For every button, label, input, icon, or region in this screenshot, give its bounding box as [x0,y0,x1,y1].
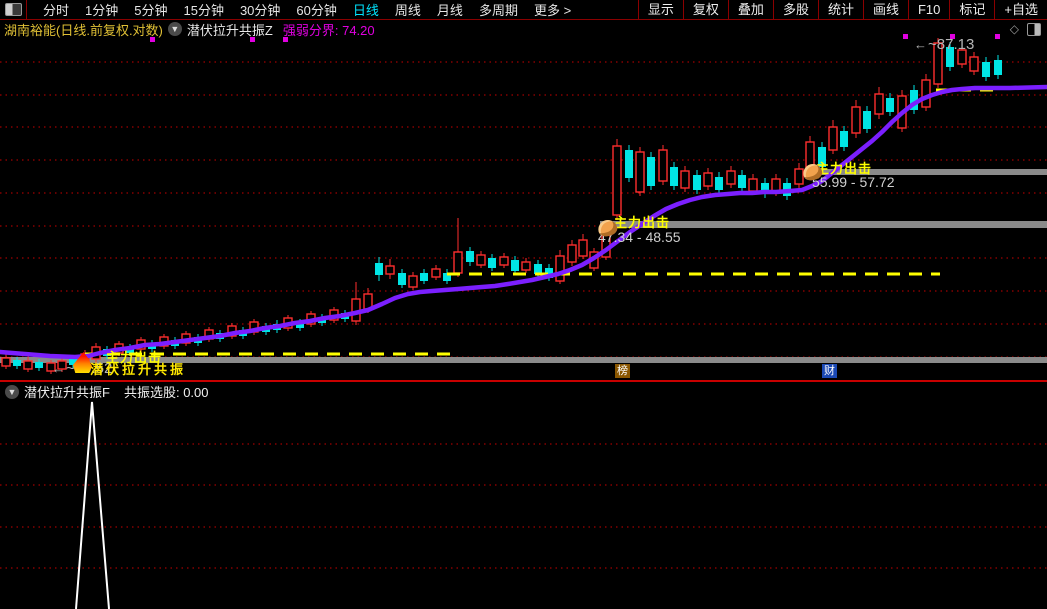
candle-up [521,261,531,271]
period-tab-9[interactable]: 月线 [429,0,471,19]
threshold-readout: 强弱分界: 74.20 [283,20,375,39]
toolbar-button-1[interactable]: 显示 [637,0,683,19]
period-tab-11[interactable]: 更多 > [526,0,579,19]
candle-down [946,47,954,67]
candle-up [805,141,815,173]
candle-down [886,98,894,112]
candle-up [874,93,884,115]
candle-down [715,177,723,190]
subpane-signal-label: 共振选股: [123,385,180,400]
candle-down [35,362,43,368]
subpane-indicator-name[interactable]: 潜伏拉升共振F [24,382,110,401]
candle-up [933,42,943,85]
candle-down [693,175,701,190]
candle-down [420,273,428,281]
period-tabs: 分时 1分钟 5分钟 15分钟 30分钟 60分钟 日线 周线 月线 多周期 更多 > [35,0,579,19]
candle-up [851,106,861,134]
candle-down [466,251,474,262]
candle-up [957,49,967,65]
period-tab-3[interactable]: 5分钟 [126,0,175,19]
candle-up [703,172,713,187]
candlestick-chart-canvas[interactable] [0,0,1047,609]
candle-up [499,256,509,266]
period-tab-6[interactable]: 60分钟 [288,0,344,19]
threshold-value: 74.20 [342,22,375,38]
window-split-icon[interactable] [1027,22,1041,36]
candle-down [863,111,871,129]
indicator-dropdown-icon[interactable]: ▼ [167,22,182,36]
toolbar-button-8[interactable]: 标记 [949,0,994,19]
candle-up [794,168,804,185]
toolbar-button-7[interactable]: F10 [907,0,949,19]
candle-up [969,56,979,72]
period-tab-1[interactable]: 分时 [35,0,77,19]
toolbar-button-6[interactable]: 画线 [862,0,908,19]
candle-up [567,244,577,263]
period-tab-4[interactable]: 15分钟 [175,0,231,19]
top-toolbar: 分时 1分钟 5分钟 15分钟 30分钟 60分钟 日线 周线 月线 多周期 更多 > 显示 复权 叠加… [0,0,1047,20]
candle-down [625,150,633,178]
period-tab-8[interactable]: 周线 [387,0,429,19]
candle-down [840,131,848,147]
toolbar-button-2[interactable]: 复权 [682,0,728,19]
candle-down [398,273,406,285]
candle-up [555,255,565,282]
candle-up [828,126,838,151]
candle-down [647,157,655,186]
candle-down [818,147,826,167]
toolbar-button-4[interactable]: 多股 [772,0,818,19]
candle-up [46,362,56,372]
candle-up [431,268,441,278]
candle-down [511,260,519,271]
gray-resistance-bar [820,169,1047,175]
candle-up [726,170,736,185]
signal-spike-line [75,401,110,609]
main-indicator-name[interactable]: 潜伏拉升共振Z [187,20,273,39]
period-tab-5[interactable]: 30分钟 [232,0,288,19]
subpane-dropdown-icon[interactable]: ▼ [5,384,19,399]
candle-down [738,175,746,188]
candle-down [670,167,678,186]
gray-resistance-bar [600,221,1047,228]
candle-up [748,178,758,192]
candle-up [578,239,588,257]
candle-up [680,170,690,189]
candle-up [408,275,418,288]
candle-down [994,60,1002,75]
candle-down [488,258,496,268]
toolbar-button-5[interactable]: 统计 [817,0,863,19]
candle-up [612,145,622,216]
toolbar-button-3[interactable]: 叠加 [727,0,773,19]
candle-up [57,360,67,370]
candle-up [453,251,463,274]
candle-up [385,265,395,275]
gray-resistance-bar [0,357,1047,363]
stock-title: 湖南裕能(日线.前复权.对数) [4,22,163,38]
candle-up [658,149,668,182]
subpane-header: ▼ 潜伏拉升共振F 共振选股: 0.00 [0,382,1047,401]
threshold-label: 强弱分界: [282,22,339,38]
candle-up [1,357,11,367]
candle-up [921,79,931,108]
subpane-signal-readout: 共振选股: 0.00 [124,382,209,401]
candle-up [23,360,33,370]
chart-title-bar: 湖南裕能(日线.前复权.对数) ▼ 潜伏拉升共振Z 强弱分界: 74.20 ◇ [0,20,1047,38]
window-layout-icon[interactable] [5,3,22,16]
period-tab-10[interactable]: 多周期 [471,0,526,19]
candle-up [476,254,486,266]
toolbar-divider [26,0,27,19]
candle-down [375,263,383,275]
toolbar-buttons: 显示 复权 叠加 多股 统计 画线 F10 标记 +自选 [637,0,1047,19]
subpane-signal-value: 0.00 [183,385,209,400]
candle-down [69,359,77,365]
candle-down [982,62,990,77]
period-tab-2[interactable]: 1分钟 [77,0,126,19]
trading-app-window: 分时 1分钟 5分钟 15分钟 30分钟 60分钟 日线 周线 月线 多周期 更多 > 显示 复权 叠加… [0,0,1047,609]
candle-up [635,151,645,193]
candle-down [13,360,21,366]
toolbar-button-9[interactable]: +自选 [994,0,1047,19]
period-tab-7[interactable]: 日线 [345,0,387,19]
diamond-icon[interactable]: ◇ [1010,22,1019,36]
